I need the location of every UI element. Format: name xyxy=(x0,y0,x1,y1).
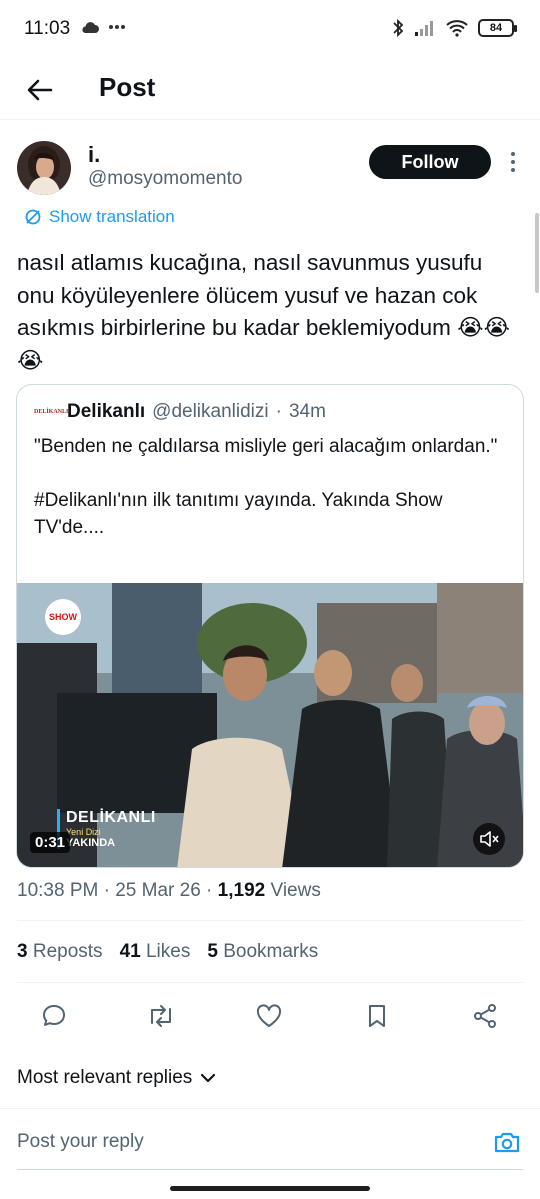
reply-underline xyxy=(17,1169,523,1170)
bookmarks-stat[interactable]: 5 Bookmarks xyxy=(207,941,318,963)
meta-separator: · xyxy=(103,880,110,901)
volume-muted-icon xyxy=(480,831,499,847)
quote-text: "Benden ne çaldılarsa misliyle geri alac… xyxy=(34,436,498,538)
avatar-image xyxy=(17,141,71,195)
wifi-icon xyxy=(446,20,468,37)
back-button[interactable] xyxy=(20,70,60,110)
show-translation-link[interactable]: Show translation xyxy=(24,207,175,227)
quote-separator: · xyxy=(275,401,282,422)
video-brand-soon: YAKINDA xyxy=(66,837,116,849)
signal-icon xyxy=(415,21,433,36)
likes-count: 41 xyxy=(119,941,141,962)
status-bar: 11:03 84 xyxy=(0,0,540,60)
post-metadata: 10:38 PM · 25 Mar 26 · 1,192 Views xyxy=(17,880,321,902)
bookmarks-label: Bookmarks xyxy=(223,941,319,962)
battery-level: 84 xyxy=(489,22,503,34)
reply-bar xyxy=(0,1108,540,1178)
post-date: 25 Mar 26 xyxy=(115,880,201,901)
bookmark-icon xyxy=(369,1005,385,1027)
like-icon xyxy=(256,1004,282,1027)
video-duration: 0:31 xyxy=(30,832,71,853)
meta-separator: · xyxy=(206,880,213,901)
reply-input[interactable] xyxy=(17,1131,437,1153)
show-translation-label: Show translation xyxy=(49,207,175,226)
video-player[interactable]: SHOW DELİKANLI Yeni Dizi YAKINDA 0:31 xyxy=(17,583,523,867)
quote-avatar[interactable]: DELİKANLI xyxy=(34,405,68,419)
author-handle[interactable]: @mosyomomento xyxy=(88,168,242,190)
share-button[interactable] xyxy=(465,996,505,1036)
video-brand-title: DELİKANLI xyxy=(66,809,156,826)
post-time: 10:38 PM xyxy=(17,880,99,901)
translate-icon xyxy=(25,209,41,225)
camera-button[interactable] xyxy=(489,1124,525,1160)
video-brand-subtitle: Yeni Dizi xyxy=(66,827,101,837)
more-dot-icon xyxy=(511,168,515,172)
more-dots-icon xyxy=(109,25,125,29)
scrollbar[interactable] xyxy=(535,213,539,293)
more-options-button[interactable] xyxy=(504,148,522,176)
bookmark-button[interactable] xyxy=(357,996,397,1036)
divider xyxy=(17,920,523,921)
status-left-icons xyxy=(80,20,126,34)
engagement-stats: 3 Reposts 41 Likes 5 Bookmarks xyxy=(17,941,318,963)
arrow-left-icon xyxy=(27,79,53,101)
more-dot-icon xyxy=(511,152,515,156)
follow-button[interactable]: Follow xyxy=(369,145,491,179)
reply-icon xyxy=(43,1005,65,1026)
cloud-icon xyxy=(82,22,99,33)
mute-button[interactable] xyxy=(473,823,505,855)
reposts-stat[interactable]: 3 Reposts xyxy=(17,941,103,963)
replies-sort-dropdown[interactable]: Most relevant replies xyxy=(17,1067,216,1089)
likes-label: Likes xyxy=(145,941,191,962)
status-right-icons: 84 xyxy=(391,18,517,38)
video-brand: DELİKANLI Yeni Dizi YAKINDA xyxy=(57,809,156,849)
bookmarks-count: 5 xyxy=(207,941,218,962)
quote-author-name[interactable]: Delikanlı xyxy=(67,401,145,423)
quote-timestamp: 34m xyxy=(288,401,326,422)
bluetooth-icon xyxy=(393,18,404,38)
quote-header: DELİKANLI Delikanlı @delikanlidizi · 34m xyxy=(34,401,326,423)
action-bar xyxy=(0,996,540,1036)
reply-button[interactable] xyxy=(34,996,74,1036)
divider xyxy=(17,982,523,983)
top-bar: Post xyxy=(0,60,540,120)
reposts-label: Reposts xyxy=(32,941,103,962)
battery-icon: 84 xyxy=(478,19,517,37)
chevron-down-icon xyxy=(201,1073,216,1083)
more-dot-icon xyxy=(511,160,515,164)
replies-sort-label: Most relevant replies xyxy=(17,1067,193,1088)
likes-stat[interactable]: 41 Likes xyxy=(120,941,191,963)
reposts-count: 3 xyxy=(17,941,28,962)
camera-icon xyxy=(494,1132,520,1153)
display-name[interactable]: i. xyxy=(88,142,100,168)
tweet-text: nasıl atlamıs kucağına, nasıl savunmus y… xyxy=(17,250,510,373)
share-icon xyxy=(474,1004,496,1028)
views-count: 1,192 xyxy=(217,880,266,901)
status-time: 11:03 xyxy=(24,18,71,39)
avatar[interactable] xyxy=(17,141,71,195)
quoted-post[interactable]: DELİKANLI Delikanlı @delikanlidizi · 34m… xyxy=(16,384,524,868)
page-title: Post xyxy=(99,72,156,102)
repost-icon xyxy=(151,1005,171,1027)
quote-author-handle[interactable]: @delikanlidizi xyxy=(152,401,268,423)
like-button[interactable] xyxy=(249,996,289,1036)
home-indicator[interactable] xyxy=(170,1186,370,1191)
repost-button[interactable] xyxy=(141,996,181,1036)
views-label: Views xyxy=(270,880,321,901)
channel-logo: SHOW xyxy=(45,599,81,635)
